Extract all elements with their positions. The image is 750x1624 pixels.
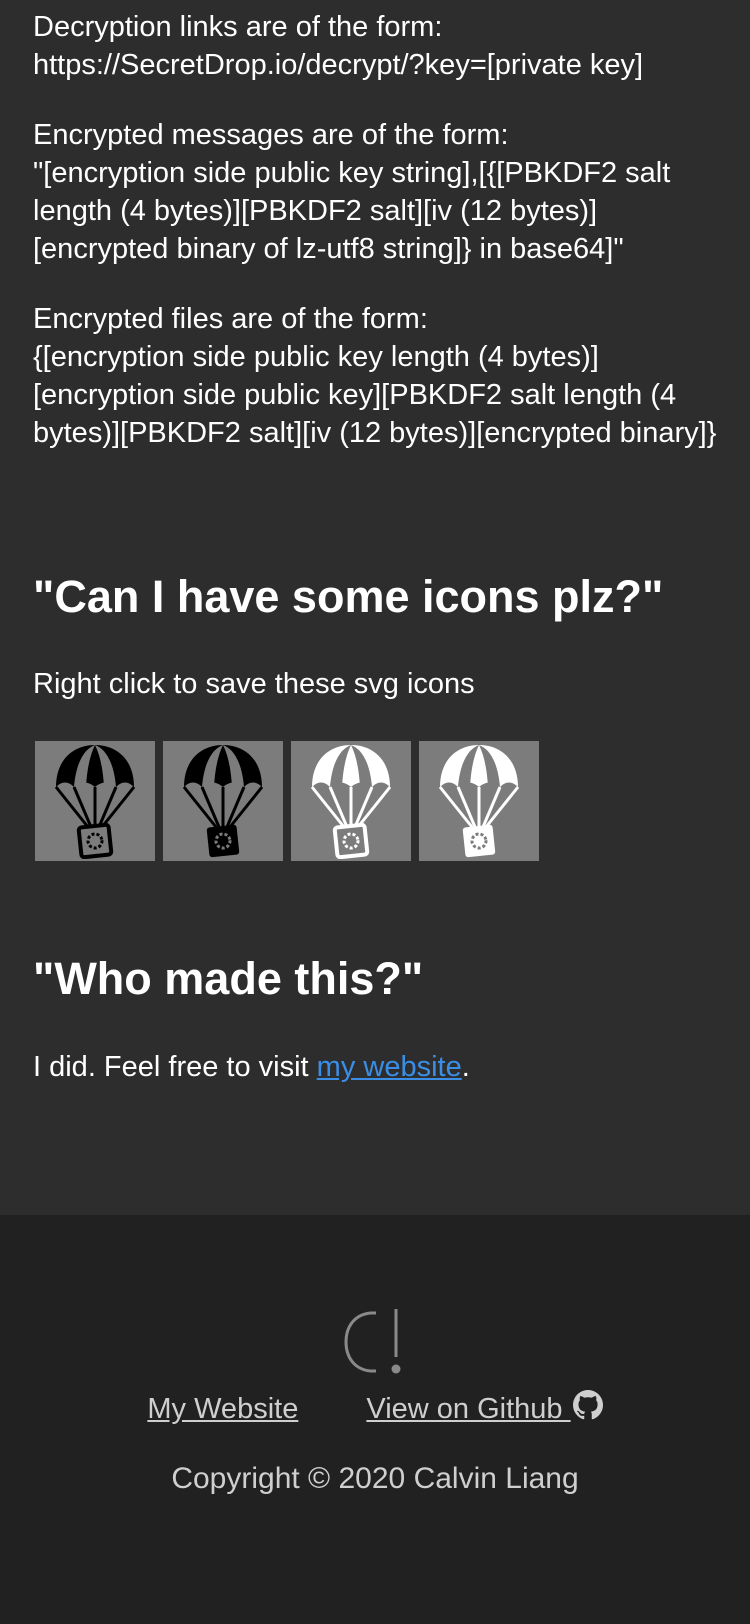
icons-heading: "Can I have some icons plz?": [33, 571, 664, 622]
footer: My Website View on Github Copyright © 20…: [0, 1215, 750, 1624]
my-website-link[interactable]: my website: [317, 1051, 462, 1083]
encrypted-messages-info: Encrypted messages are of the form: "[en…: [33, 116, 730, 268]
who-made-text-before: I did. Feel free to visit: [33, 1051, 317, 1083]
encrypted-messages-format: "[encryption side public key string],[{[…: [33, 157, 671, 265]
parachute-white-solid-icon[interactable]: [419, 741, 539, 861]
icons-description: Right click to save these svg icons: [33, 668, 475, 700]
decryption-links-format: https://SecretDrop.io/decrypt/?key=[priv…: [33, 49, 644, 81]
encrypted-files-info: Encrypted files are of the form: {[encry…: [33, 300, 730, 452]
who-made-text: I did. Feel free to visit my website.: [33, 1048, 470, 1086]
c-exclamation-logo-icon: [340, 1307, 412, 1384]
footer-github-label: View on Github: [366, 1393, 571, 1425]
parachute-black-outline-icon[interactable]: [35, 741, 155, 861]
github-icon: [572, 1390, 603, 1428]
footer-my-website-link[interactable]: My Website: [147, 1393, 298, 1426]
parachute-black-solid-icon[interactable]: [163, 741, 283, 861]
decryption-links-title: Decryption links are of the form:: [33, 11, 443, 43]
icon-gallery: [35, 741, 539, 861]
who-made-heading: "Who made this?": [33, 953, 424, 1004]
who-made-text-after: .: [461, 1051, 470, 1083]
copyright-text: Copyright © 2020 Calvin Liang: [171, 1462, 579, 1495]
encrypted-messages-title: Encrypted messages are of the form:: [33, 119, 509, 151]
main-content: Decryption links are of the form: https:…: [0, 0, 750, 1215]
footer-links: My Website View on Github: [0, 1390, 750, 1428]
encrypted-files-format: {[encryption side public key length (4 b…: [33, 341, 717, 449]
encrypted-files-title: Encrypted files are of the form:: [33, 303, 428, 335]
parachute-white-outline-icon[interactable]: [291, 741, 411, 861]
footer-github-link[interactable]: View on Github: [366, 1390, 603, 1428]
decryption-links-info: Decryption links are of the form: https:…: [33, 8, 730, 84]
